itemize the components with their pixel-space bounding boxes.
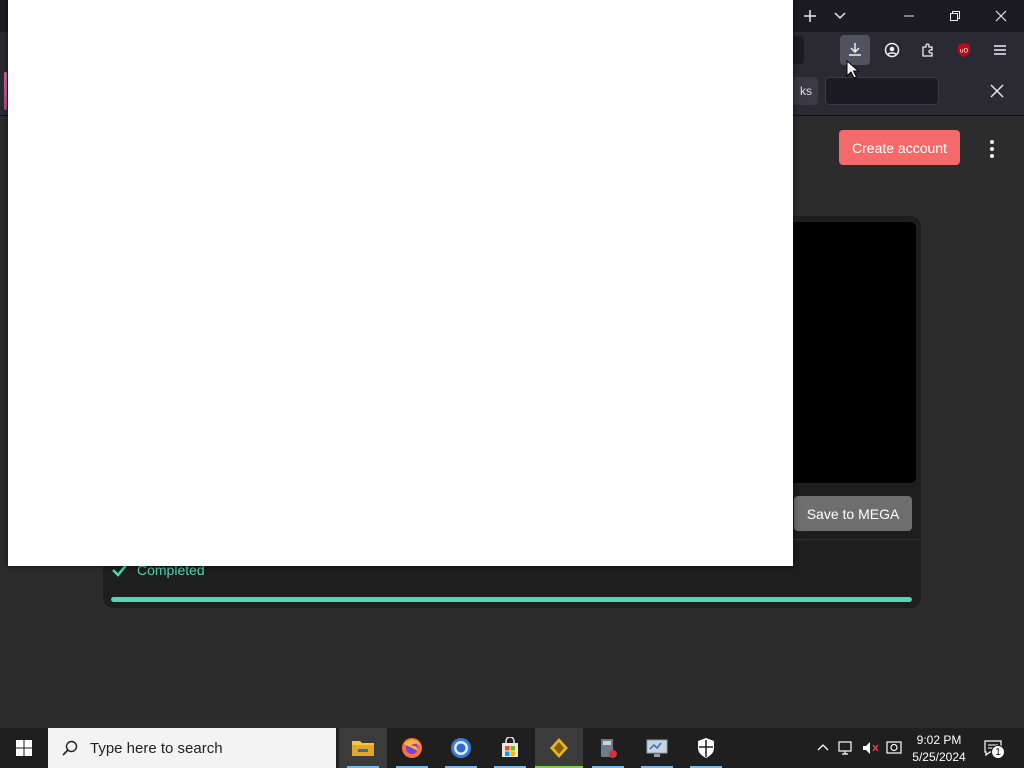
volume-muted-icon xyxy=(863,742,879,754)
system-tray-icon[interactable] xyxy=(884,728,906,768)
close-icon xyxy=(995,10,1007,22)
taskbar-clock[interactable]: 9:02 PM 5/25/2024 xyxy=(908,730,970,766)
download-icon xyxy=(849,43,861,56)
chrome-icon xyxy=(451,738,471,758)
windows-taskbar: Type here to search 9:02 PM 5/25/2024 xyxy=(0,728,1024,768)
notification-count-badge: 1 xyxy=(991,745,1005,759)
show-hidden-icons-button[interactable] xyxy=(812,728,834,768)
restore-icon xyxy=(950,11,960,21)
firefox-icon xyxy=(402,738,422,758)
chevron-down-icon xyxy=(834,12,846,20)
taskbar-microsoft-store[interactable] xyxy=(486,728,534,768)
list-tabs-button[interactable] xyxy=(828,0,852,32)
taskbar-installer-app[interactable] xyxy=(584,728,632,768)
kebab-dot xyxy=(990,154,994,158)
plus-icon xyxy=(804,10,816,22)
folder-icon xyxy=(352,741,374,756)
installer-icon xyxy=(601,739,617,758)
app-menu-button[interactable] xyxy=(985,35,1015,65)
puzzle-icon xyxy=(922,43,933,57)
taskbar-chrome[interactable] xyxy=(437,728,485,768)
close-icon xyxy=(990,84,1004,98)
more-options-button[interactable] xyxy=(982,136,1002,162)
close-window-button[interactable] xyxy=(978,0,1024,32)
monitor-icon xyxy=(646,739,668,757)
create-account-button[interactable]: Create account xyxy=(839,130,960,165)
kebab-dot xyxy=(990,140,994,144)
hamburger-icon xyxy=(994,45,1006,55)
shield-icon xyxy=(698,738,714,758)
save-to-mega-button[interactable]: Save to MEGA xyxy=(794,496,912,531)
store-icon xyxy=(502,737,518,757)
taskbar-file-explorer[interactable] xyxy=(339,728,387,768)
taskbar-yellow-app[interactable] xyxy=(535,728,583,768)
ublock-shield-icon: uO xyxy=(958,43,970,57)
ublock-button[interactable]: uO xyxy=(949,35,979,65)
restore-button[interactable] xyxy=(932,0,978,32)
download-progress-bar xyxy=(111,597,912,602)
taskbar-firefox[interactable] xyxy=(388,728,436,768)
new-tab-button[interactable] xyxy=(798,0,822,32)
download-progress-fill xyxy=(111,597,912,602)
windows-logo-icon xyxy=(16,740,32,756)
volume-tray-icon[interactable] xyxy=(860,728,882,768)
bar-input-field[interactable] xyxy=(825,77,939,105)
extensions-button[interactable] xyxy=(913,35,943,65)
app-yellow-icon xyxy=(550,738,568,758)
search-placeholder: Type here to search xyxy=(90,739,223,757)
taskbar-monitor-app[interactable] xyxy=(633,728,681,768)
chevron-up-icon xyxy=(817,744,829,751)
kebab-dot xyxy=(990,147,994,151)
blank-popup-window[interactable] xyxy=(8,0,793,566)
minimize-icon xyxy=(904,15,914,17)
svg-text:uO: uO xyxy=(960,48,969,55)
card-divider xyxy=(790,539,920,540)
account-button[interactable] xyxy=(877,35,907,65)
account-icon xyxy=(884,42,900,58)
clock-date: 5/25/2024 xyxy=(912,749,966,764)
network-tray-icon[interactable] xyxy=(836,728,858,768)
network-icon xyxy=(838,741,852,755)
minimize-button[interactable] xyxy=(886,0,932,32)
taskbar-windows-security[interactable] xyxy=(682,728,730,768)
search-icon xyxy=(62,740,78,756)
sync-icon xyxy=(886,741,902,754)
start-button[interactable] xyxy=(0,728,48,768)
clock-time: 9:02 PM xyxy=(916,732,962,747)
bar-close-button[interactable] xyxy=(985,80,1009,102)
mouse-cursor-icon xyxy=(846,60,860,79)
sidebar-accent xyxy=(4,72,7,110)
taskbar-search[interactable]: Type here to search xyxy=(48,728,336,768)
